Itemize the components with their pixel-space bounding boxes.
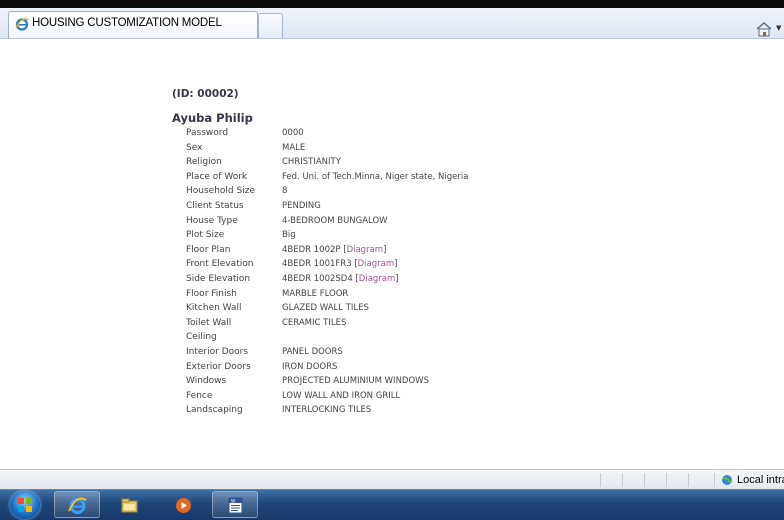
detail-label: Client Status bbox=[186, 201, 244, 211]
chevron-down-icon[interactable]: ▼ bbox=[776, 24, 781, 32]
detail-label: Front Elevation bbox=[186, 259, 254, 270]
detail-label: Ceiling bbox=[186, 332, 217, 343]
intranet-zone-icon[interactable] bbox=[721, 474, 733, 486]
status-divider bbox=[600, 473, 601, 487]
client-id: (ID: 00002) bbox=[172, 88, 239, 100]
status-divider bbox=[644, 473, 645, 487]
detail-value: 4BEDR 1001FR3 bbox=[282, 259, 352, 270]
detail-value: 4BEDR 1002P bbox=[282, 244, 341, 255]
status-divider bbox=[714, 473, 715, 487]
front-elevation-diagram-link[interactable]: Diagram bbox=[358, 259, 395, 269]
detail-value: LOW WALL AND IRON GRILL bbox=[282, 390, 401, 401]
detail-label: Windows bbox=[186, 376, 227, 387]
detail-value: Big bbox=[282, 230, 296, 241]
detail-value: Fed. Uni. of Tech.Minna, Niger state, Ni… bbox=[282, 171, 469, 182]
taskbar-internet-explorer[interactable] bbox=[54, 491, 100, 518]
internet-explorer-icon bbox=[68, 497, 87, 514]
detail-value: MALE bbox=[282, 142, 306, 153]
detail-value-with-link: 4BEDR 1001FR3 [Diagram] bbox=[282, 259, 398, 270]
word-icon: W bbox=[228, 497, 243, 514]
tab-title: HOUSING CUSTOMIZATION MODEL bbox=[32, 17, 222, 29]
new-tab-button[interactable] bbox=[258, 13, 283, 38]
start-button[interactable] bbox=[10, 491, 40, 519]
detail-label: Interior Doors bbox=[186, 347, 249, 357]
detail-value: PANEL DOORS bbox=[282, 347, 343, 357]
detail-value-with-link: 4BEDR 1002SD4 [Diagram] bbox=[282, 274, 399, 284]
detail-label: Password bbox=[186, 128, 229, 138]
detail-value: 4BEDR 1002SD4 bbox=[282, 274, 353, 284]
windows-logo-icon bbox=[18, 498, 32, 512]
detail-value: INTERLOCKING TILES bbox=[282, 405, 372, 416]
detail-label: Plot Size bbox=[186, 230, 225, 241]
detail-label: Landscaping bbox=[186, 405, 243, 416]
detail-value: 4-BEDROOM BUNGALOW bbox=[282, 215, 388, 226]
detail-value: IRON DOORS bbox=[282, 361, 338, 372]
taskbar-file-explorer[interactable] bbox=[106, 491, 152, 518]
windows-taskbar: W bbox=[0, 489, 784, 520]
detail-value: GLAZED WALL TILES bbox=[282, 303, 369, 314]
detail-label: Fence bbox=[186, 390, 213, 401]
detail-value: MARBLE FLOOR bbox=[282, 288, 349, 299]
window-top-edge bbox=[0, 0, 784, 8]
detail-label: Kitchen Wall bbox=[186, 303, 242, 314]
security-zone-label[interactable]: Local intra bbox=[737, 474, 784, 486]
detail-value: 0000 bbox=[282, 128, 304, 138]
detail-label: Religion bbox=[186, 157, 222, 168]
taskbar-word[interactable]: W bbox=[212, 491, 258, 518]
taskbar-media-player[interactable] bbox=[160, 491, 206, 518]
status-divider bbox=[666, 473, 667, 487]
svg-text:W: W bbox=[231, 498, 236, 504]
client-name: Ayuba Philip bbox=[172, 111, 253, 125]
browser-status-bar: Local intra bbox=[0, 469, 784, 490]
floor-plan-diagram-link[interactable]: Diagram bbox=[347, 245, 384, 255]
detail-value: CERAMIC TILES bbox=[282, 317, 347, 328]
detail-label: Household Size bbox=[186, 186, 255, 197]
internet-explorer-icon bbox=[15, 18, 29, 31]
detail-label: Side Elevation bbox=[186, 274, 251, 284]
side-elevation-diagram-link[interactable]: Diagram bbox=[359, 274, 396, 284]
detail-label: Floor Plan bbox=[186, 244, 231, 255]
status-divider bbox=[688, 473, 689, 487]
home-icon[interactable] bbox=[754, 20, 774, 38]
detail-label: Place of Work bbox=[186, 171, 248, 182]
detail-label: Toilet Wall bbox=[186, 317, 232, 328]
browser-tab-bar: HOUSING CUSTOMIZATION MODEL ▼ bbox=[0, 8, 784, 39]
file-explorer-icon bbox=[121, 498, 138, 513]
detail-value: CHRISTIANITY bbox=[282, 157, 341, 168]
detail-label: Sex bbox=[186, 142, 203, 153]
detail-value: PENDING bbox=[282, 201, 321, 211]
status-divider bbox=[622, 473, 623, 487]
detail-label: Floor Finish bbox=[186, 288, 237, 299]
page-content: (ID: 00002) Ayuba Philip Password 0000 S… bbox=[0, 39, 784, 469]
media-player-icon bbox=[176, 498, 191, 513]
detail-label: Exterior Doors bbox=[186, 361, 251, 372]
detail-label: House Type bbox=[186, 215, 238, 226]
detail-value-with-link: 4BEDR 1002P [Diagram] bbox=[282, 244, 387, 255]
detail-value: PROJECTED ALUMINIUM WINDOWS bbox=[282, 376, 429, 387]
detail-value: 8 bbox=[282, 186, 288, 197]
tab-housing-customization[interactable]: HOUSING CUSTOMIZATION MODEL bbox=[8, 11, 258, 38]
